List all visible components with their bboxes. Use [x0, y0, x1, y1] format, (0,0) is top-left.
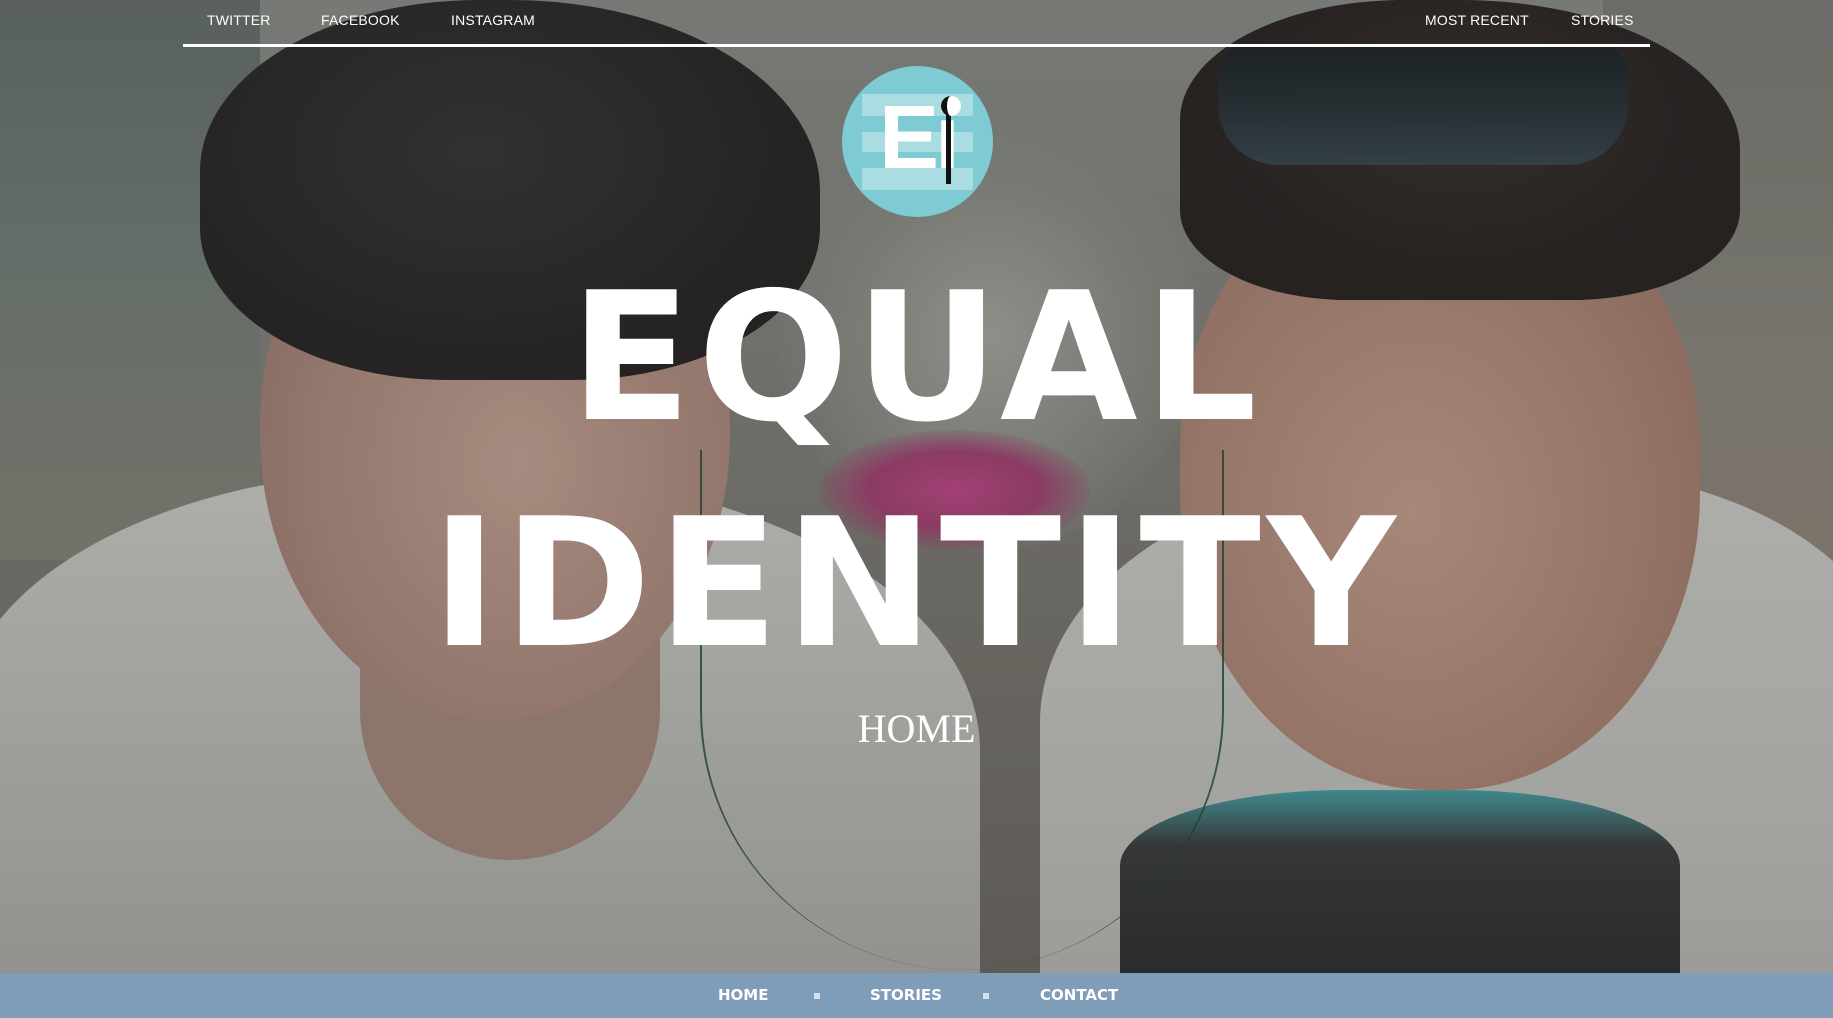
logo-text: Ei: [878, 88, 960, 188]
bottom-nav-separator: [983, 993, 989, 999]
nav-link-most-recent[interactable]: MOST RECENT: [1425, 12, 1529, 28]
top-nav: TWITTER FACEBOOK INSTAGRAM MOST RECENT S…: [183, 0, 1650, 47]
bottom-nav-stories[interactable]: STORIES: [870, 986, 942, 1004]
hero-title-line-2: IDENTITY: [431, 480, 1402, 687]
bottom-nav-home[interactable]: HOME: [718, 986, 768, 1004]
logo-i-accent-dot: [941, 96, 961, 116]
bottom-nav-contact[interactable]: CONTACT: [1040, 986, 1118, 1004]
site-logo[interactable]: Ei: [842, 66, 993, 217]
hero-title-line-1: EQUAL: [569, 254, 1264, 461]
logo-i-accent-stem: [946, 112, 951, 184]
bottom-nav-separator: [814, 993, 820, 999]
nav-link-facebook[interactable]: FACEBOOK: [321, 12, 400, 28]
nav-link-stories[interactable]: STORIES: [1571, 12, 1634, 28]
hero-subtitle: HOME: [857, 706, 976, 751]
nav-link-twitter[interactable]: TWITTER: [207, 12, 271, 28]
nav-link-instagram[interactable]: INSTAGRAM: [451, 12, 535, 28]
bottom-nav: HOME STORIES CONTACT: [0, 973, 1833, 1018]
